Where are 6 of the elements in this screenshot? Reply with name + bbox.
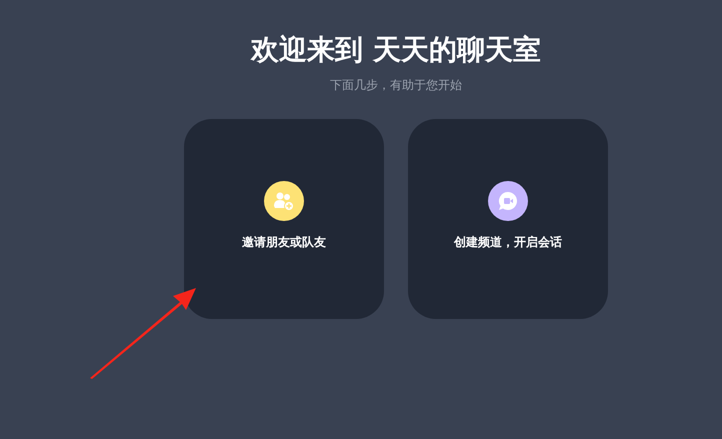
action-card[interactable]: 邀请朋友或队友 bbox=[184, 119, 384, 319]
subtitle: 下面几步，有助于您开始 bbox=[330, 77, 462, 93]
video-chat-icon bbox=[498, 191, 518, 211]
action-card[interactable]: 创建频道，开启会话 bbox=[408, 119, 608, 319]
welcome-title: 欢迎来到 天天的聊天室 bbox=[251, 32, 541, 68]
add-people-icon bbox=[274, 191, 294, 211]
